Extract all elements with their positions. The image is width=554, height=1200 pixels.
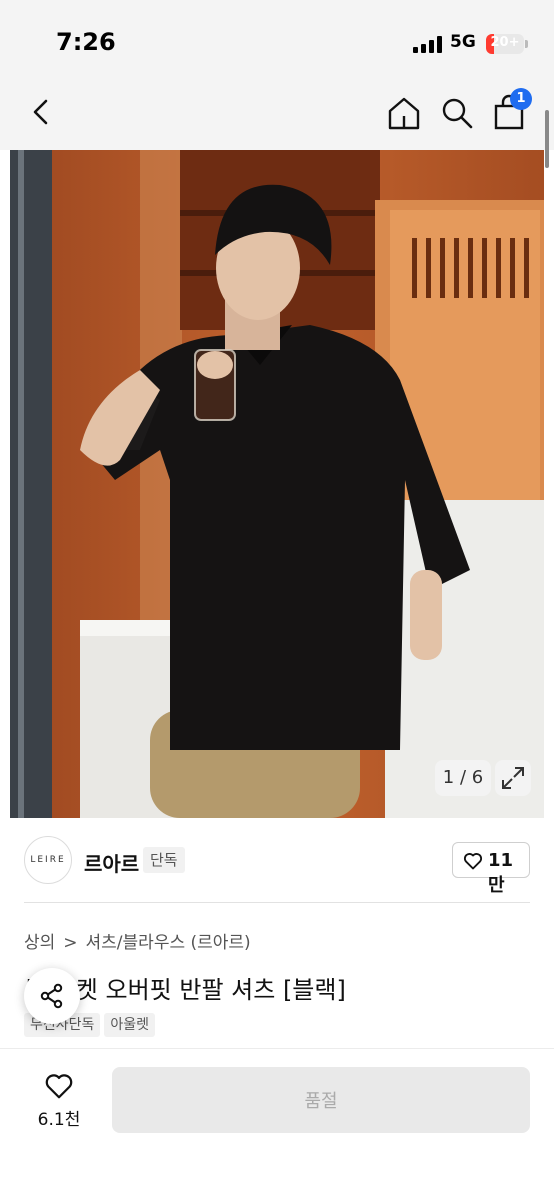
home-icon xyxy=(388,97,420,130)
brand-like-count: 11만 xyxy=(488,850,514,896)
heart-icon xyxy=(463,853,483,870)
back-chevron-icon xyxy=(33,99,48,125)
section-divider xyxy=(24,902,530,903)
battery-icon: 20+ xyxy=(486,34,524,54)
search-icon xyxy=(442,98,473,129)
breadcrumb-item-category[interactable]: 상의 xyxy=(24,933,55,953)
page-scrollbar[interactable] xyxy=(545,110,549,168)
breadcrumb: 상의 > 셔츠/블라우스 (르아르) xyxy=(24,928,251,953)
cellular-signal-icon xyxy=(413,36,443,53)
app-header: 1 xyxy=(0,78,554,150)
product-image[interactable] xyxy=(10,150,544,818)
sold-out-button[interactable]: 품절 xyxy=(112,1067,530,1133)
image-counter: 1 / 6 xyxy=(435,760,491,796)
home-button[interactable] xyxy=(385,94,423,132)
brand-logo[interactable]: LEIRE xyxy=(24,836,72,884)
network-type: 5G xyxy=(450,32,476,52)
heart-outline-icon xyxy=(45,1074,73,1099)
status-bar: 7:26 5G 20+ xyxy=(0,0,554,78)
expand-image-button[interactable] xyxy=(495,760,531,796)
wishlist-count: 6.1천 xyxy=(37,1110,81,1130)
product-tag: 아울렛 xyxy=(104,1013,156,1037)
battery-level: 20+ xyxy=(490,35,520,50)
brand-row: LEIRE 르아르 단독 11만 xyxy=(0,832,554,896)
breadcrumb-item-subcategory[interactable]: 셔츠/블라우스 (르아르) xyxy=(86,933,251,953)
search-button[interactable] xyxy=(438,94,476,132)
share-button[interactable] xyxy=(24,968,80,1024)
status-time: 7:26 xyxy=(56,28,116,56)
battery-tip xyxy=(525,40,528,48)
share-icon xyxy=(40,983,63,1009)
cart-button[interactable]: 1 xyxy=(490,88,532,132)
brand-like-button[interactable]: 11만 xyxy=(452,842,530,896)
bottom-action-bar: 6.1천 품절 xyxy=(0,1048,554,1200)
product-photo-illustration xyxy=(10,150,544,818)
expand-arrows-icon xyxy=(502,767,524,789)
back-button[interactable] xyxy=(26,94,58,130)
cart-count-badge: 1 xyxy=(510,88,532,110)
breadcrumb-separator: > xyxy=(63,933,78,953)
wishlist-button[interactable]: 6.1천 xyxy=(24,1067,94,1133)
brand-name[interactable]: 르아르 xyxy=(84,848,139,877)
exclusive-tag: 단독 xyxy=(143,847,185,873)
